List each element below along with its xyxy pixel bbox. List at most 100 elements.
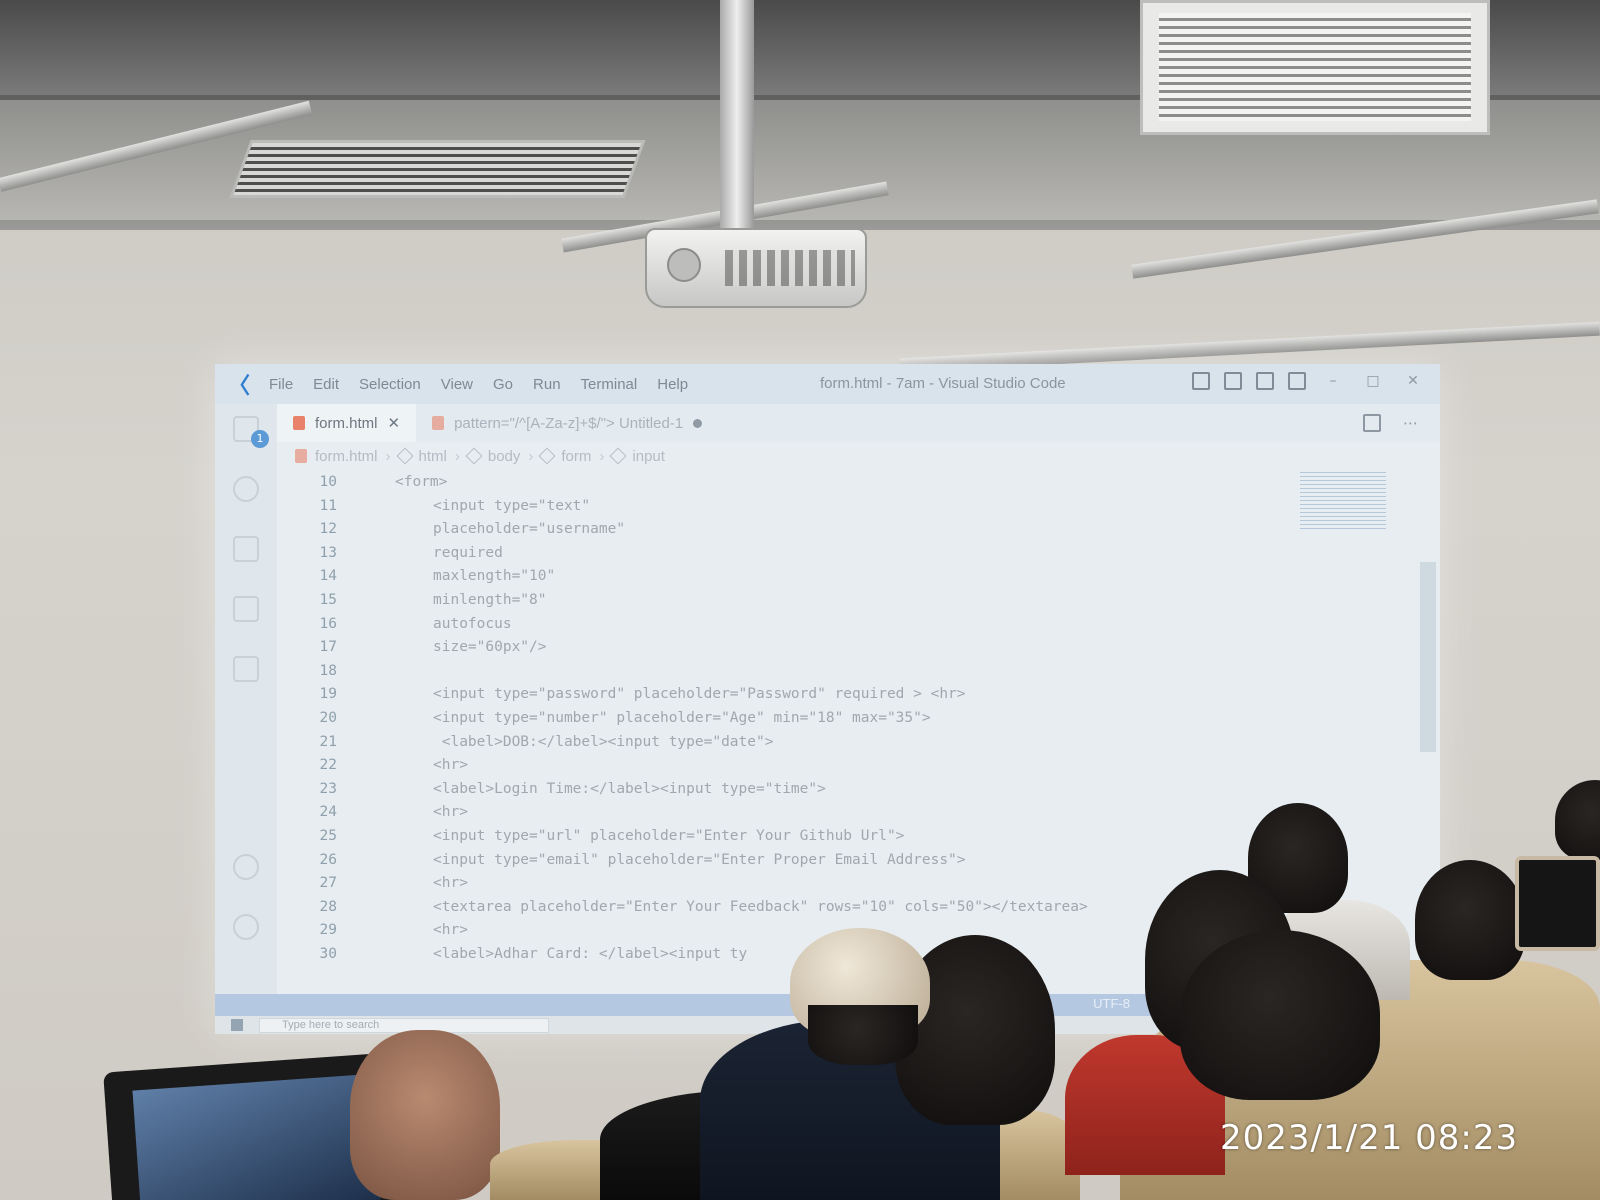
line-number: 28 (319, 898, 337, 915)
element-icon (538, 447, 556, 465)
code-text: <input type="password" placeholder="Pass… (433, 686, 966, 703)
code-line[interactable]: 18 (277, 659, 433, 683)
element-icon (396, 447, 414, 465)
line-number: 27 (319, 875, 337, 892)
code-line[interactable]: 13 required (277, 541, 503, 565)
code-line[interactable]: 19 <input type="password" placeholder="Pa… (277, 682, 966, 706)
close-window-icon[interactable]: ✕ (1400, 373, 1426, 389)
account-icon[interactable] (233, 854, 259, 880)
air-conditioner (1140, 0, 1490, 135)
menu-go[interactable]: Go (493, 376, 513, 393)
breadcrumb-item[interactable]: form (561, 448, 591, 465)
breadcrumb-item[interactable]: form.html (315, 448, 378, 465)
code-line[interactable]: 15 minlength="8" (277, 588, 547, 612)
unsaved-dot-icon[interactable] (693, 418, 703, 428)
tab-label: form.html (315, 414, 378, 432)
windows-start-icon[interactable] (231, 1019, 243, 1031)
code-line[interactable]: 27 <hr> (277, 871, 468, 895)
code-text: minlength="8" (433, 592, 547, 608)
run-debug-icon[interactable] (233, 596, 259, 622)
window-title: form.html - 7am - Visual Studio Code (820, 375, 1066, 392)
code-line[interactable]: 25 <input type="url" placeholder="Enter Y… (277, 824, 905, 848)
code-line[interactable]: 21 <label>DOB:</label><input type="date"… (277, 730, 774, 754)
code-text: <hr> (433, 757, 468, 774)
minimap[interactable] (1300, 472, 1386, 532)
code-text: <hr> (433, 804, 468, 821)
code-text: <textarea placeholder="Enter Your Feedba… (433, 898, 1088, 915)
search-icon[interactable] (233, 476, 259, 502)
chevron-right-icon: › (599, 447, 605, 465)
code-line[interactable]: 30 <label>Adhar Card: </label><input ty (277, 942, 748, 966)
code-line[interactable]: 10 <form> (277, 470, 448, 494)
code-line[interactable]: 20 <input type="number" placeholder="Age"… (277, 706, 931, 730)
toggle-secondary-sidebar-icon[interactable] (1256, 372, 1274, 390)
breadcrumb: form.html › html › body › form › input (295, 442, 665, 470)
line-number: 11 (319, 497, 337, 514)
code-line[interactable]: 23 <label>Login Time:</label><input type=… (277, 777, 826, 801)
code-line[interactable]: 29 <hr> (277, 918, 468, 942)
projector (645, 228, 867, 308)
settings-gear-icon[interactable] (233, 914, 259, 940)
code-text: placeholder="username" (433, 521, 626, 538)
code-line[interactable]: 16 autofocus (277, 612, 512, 636)
toggle-primary-sidebar-icon[interactable] (1192, 372, 1210, 390)
menu-edit[interactable]: Edit (313, 376, 339, 393)
code-text: <label>Login Time:</label><input type="t… (433, 780, 826, 797)
minimize-icon[interactable]: – (1320, 373, 1346, 389)
code-line[interactable]: 26 <input type="email" placeholder="Enter… (277, 848, 966, 872)
source-control-icon[interactable] (233, 536, 259, 562)
menu-terminal[interactable]: Terminal (581, 376, 638, 393)
code-text: <input type="text" (433, 497, 591, 514)
restore-icon[interactable]: □ (1360, 373, 1386, 389)
editor-scrollbar[interactable] (1420, 562, 1436, 752)
toggle-panel-icon[interactable] (1224, 372, 1242, 390)
menu-file[interactable]: File (269, 376, 293, 393)
more-actions-icon[interactable]: ⋯ (1403, 414, 1418, 432)
tab-untitled-1[interactable]: pattern="/^[A-Za-z]+$/"> Untitled-1 (416, 404, 718, 442)
code-text: <input type="email" placeholder="Enter P… (433, 851, 966, 868)
vscode-logo-icon: 〈 (227, 374, 250, 399)
html-file-icon (432, 416, 445, 430)
code-text: <hr> (433, 922, 468, 939)
breadcrumb-item[interactable]: input (632, 448, 665, 465)
customize-layout-icon[interactable] (1288, 372, 1306, 390)
line-number: 26 (319, 851, 337, 868)
code-line[interactable]: 11 <input type="text" (277, 494, 591, 518)
window-controls: – □ ✕ (1192, 372, 1426, 390)
menu-run[interactable]: Run (533, 376, 561, 393)
code-line[interactable]: 28 <textarea placeholder="Enter Your Feed… (277, 895, 1088, 919)
html-file-icon (295, 449, 307, 463)
line-number: 18 (319, 662, 337, 679)
projector-ports (725, 250, 855, 286)
code-text: size="60px"/> (433, 639, 547, 656)
student-head (1180, 930, 1380, 1100)
menu-selection[interactable]: Selection (359, 376, 421, 393)
breadcrumb-item[interactable]: html (419, 448, 447, 465)
line-number: 17 (319, 639, 337, 656)
menu-bar: File Edit Selection View Go Run Terminal… (269, 376, 688, 393)
extensions-icon[interactable] (233, 656, 259, 682)
hand-holding-phone (350, 1030, 500, 1200)
line-number: 16 (319, 615, 337, 632)
phone-in-hand (1515, 856, 1600, 951)
chevron-right-icon: › (528, 447, 534, 465)
code-line[interactable]: 22 <hr> (277, 753, 468, 777)
code-line[interactable]: 24 <hr> (277, 800, 468, 824)
tab-form-html[interactable]: form.html ✕ (277, 404, 417, 442)
menu-view[interactable]: View (441, 376, 473, 393)
code-line[interactable]: 17 size="60px"/> (277, 635, 547, 659)
tab-bar: form.html ✕ pattern="/^[A-Za-z]+$/"> Unt… (277, 404, 1440, 442)
line-number: 20 (319, 710, 337, 726)
menu-help[interactable]: Help (657, 376, 688, 393)
chevron-right-icon: › (454, 447, 460, 465)
element-icon (465, 447, 483, 465)
student-head (1415, 860, 1525, 980)
code-text: <form> (395, 474, 448, 490)
close-tab-icon[interactable]: ✕ (388, 414, 401, 432)
code-line[interactable]: 14 maxlength="10" (277, 564, 556, 588)
line-number: 23 (319, 780, 337, 797)
breadcrumb-item[interactable]: body (488, 448, 521, 465)
split-editor-icon[interactable] (1363, 414, 1381, 432)
code-line[interactable]: 12 placeholder="username" (277, 517, 626, 541)
status-encoding[interactable]: UTF-8 (1093, 996, 1130, 1011)
